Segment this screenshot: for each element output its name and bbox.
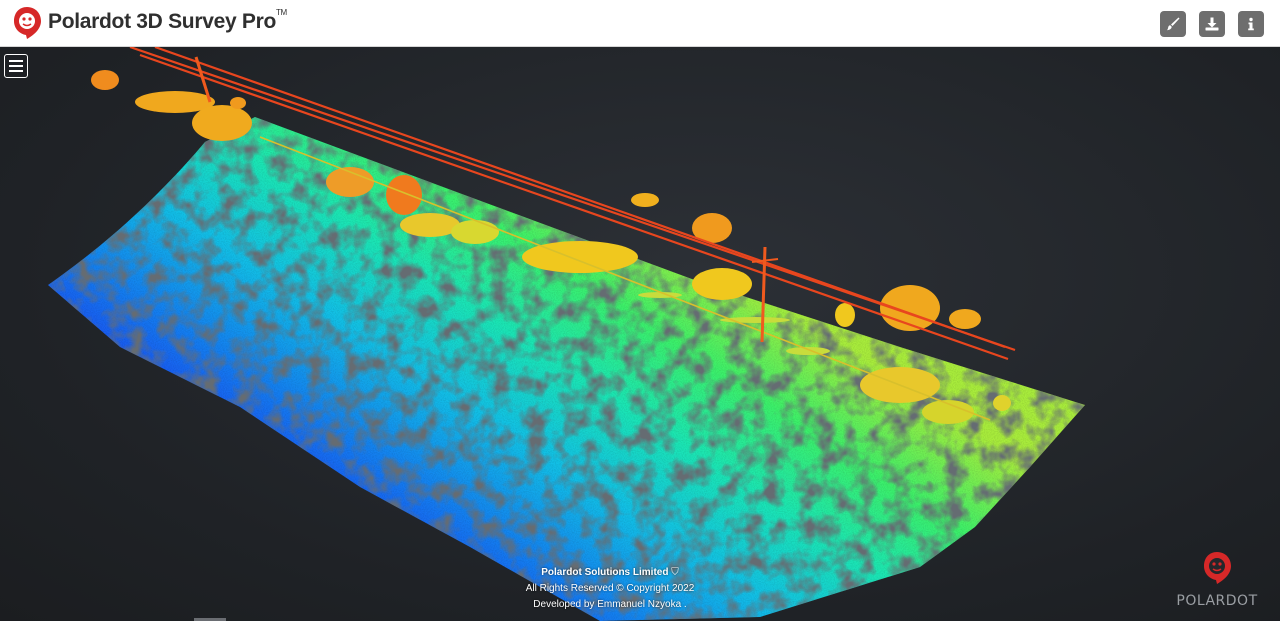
footer-credits: Polardot Solutions Limited ⛉ All Rights … [470, 565, 750, 613]
hamburger-menu-icon[interactable] [4, 54, 28, 78]
app-title: Polardot 3D Survey ProTM [48, 8, 287, 33]
brand-name: POLARDOT [1176, 593, 1258, 609]
app-header: Polardot 3D Survey ProTM [0, 0, 1280, 47]
info-button[interactable] [1238, 11, 1264, 37]
developer-credit: Developed by Emmanuel Nzyoka . [533, 599, 687, 610]
point-cloud-canvas[interactable] [0, 47, 1280, 621]
download-icon [1205, 17, 1219, 31]
polardot-logo-icon[interactable] [12, 5, 42, 41]
info-icon [1248, 17, 1254, 31]
company-name: Polardot Solutions Limited [541, 567, 669, 578]
point-cloud-viewer[interactable]: Polardot Solutions Limited ⛉ All Rights … [0, 47, 1280, 621]
copyright-text: All Rights Reserved © Copyright 2022 [525, 583, 695, 594]
shield-icon: ⛉ [671, 567, 679, 578]
edit-button[interactable] [1160, 11, 1186, 37]
polardot-brand: POLARDOT [1172, 550, 1262, 609]
download-button[interactable] [1199, 11, 1225, 37]
trademark-mark: TM [275, 8, 287, 17]
brush-icon [1167, 17, 1180, 31]
polardot-watermark-icon [1204, 552, 1231, 584]
